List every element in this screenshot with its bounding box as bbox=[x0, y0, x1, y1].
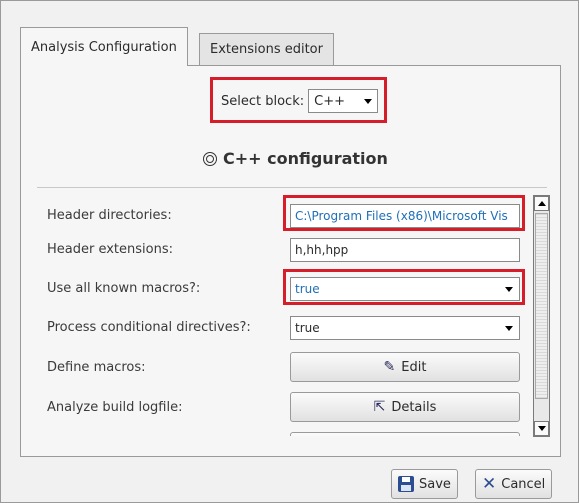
scroll-down-button[interactable] bbox=[534, 421, 549, 436]
tab-analysis-configuration[interactable]: Analysis Configuration bbox=[20, 27, 188, 66]
analysis-configuration-dialog: Analysis Configuration Extensions editor… bbox=[0, 0, 579, 503]
row-define-macros: Define macros: ✎ Edit bbox=[37, 350, 532, 386]
scroll-up-button[interactable] bbox=[534, 196, 549, 211]
arrow-up-icon bbox=[537, 201, 546, 206]
tab-extensions-editor[interactable]: Extensions editor bbox=[199, 33, 334, 65]
chevron-down-icon bbox=[364, 98, 373, 104]
use-all-known-macros-label: Use all known macros?: bbox=[47, 281, 201, 296]
select-block-value: C++ bbox=[314, 93, 345, 109]
process-conditional-directives-select[interactable]: true bbox=[290, 316, 520, 340]
tab-label: Extensions editor bbox=[210, 42, 323, 57]
use-all-known-macros-highlight bbox=[283, 269, 525, 305]
details-button[interactable]: ⇱ Details bbox=[290, 392, 520, 422]
header-extensions-field[interactable]: h,hh,hpp bbox=[290, 238, 520, 262]
scroll-thumb[interactable] bbox=[535, 213, 548, 399]
x-icon: ✕ bbox=[482, 473, 497, 494]
edit-button-label: Edit bbox=[401, 359, 427, 375]
process-conditional-directives-label: Process conditional directives?: bbox=[47, 320, 251, 335]
details-button-label: Details bbox=[391, 399, 437, 415]
define-macros-label: Define macros: bbox=[47, 360, 146, 375]
section-title: C++ configuration bbox=[203, 149, 388, 168]
arrow-down-icon bbox=[537, 426, 546, 431]
form-scrollbar[interactable] bbox=[533, 195, 550, 437]
section-title-text: C++ configuration bbox=[223, 149, 388, 168]
floppy-disk-icon bbox=[398, 476, 414, 492]
process-conditional-directives-value: true bbox=[295, 321, 320, 335]
header-directories-label: Header directories: bbox=[47, 208, 172, 223]
header-directories-highlight bbox=[283, 195, 525, 231]
header-extensions-value: h,hh,hpp bbox=[295, 243, 349, 257]
save-button-label: Save bbox=[419, 476, 451, 492]
header-extensions-label: Header extensions: bbox=[47, 242, 173, 257]
select-block-label: Select block: bbox=[221, 93, 305, 109]
analyze-build-logfile-label: Analyze build logfile: bbox=[47, 400, 183, 415]
cancel-button-label: Cancel bbox=[501, 476, 546, 492]
chevron-down-icon bbox=[505, 325, 513, 331]
pencil-icon: ✎ bbox=[383, 359, 396, 375]
external-link-icon: ⇱ bbox=[373, 399, 386, 415]
tab-label: Analysis Configuration bbox=[31, 39, 177, 55]
cancel-button[interactable]: ✕ Cancel bbox=[475, 469, 553, 499]
partially-visible-button[interactable] bbox=[290, 432, 520, 436]
select-block-dropdown[interactable]: C++ bbox=[308, 89, 379, 113]
row-header-extensions: Header extensions: h,hh,hpp bbox=[37, 236, 532, 268]
save-button[interactable]: Save bbox=[391, 469, 458, 499]
row-process-conditional-directives: Process conditional directives?: true bbox=[37, 312, 532, 344]
radio-target-icon bbox=[203, 151, 217, 166]
row-analyze-build-logfile: Analyze build logfile: ⇱ Details bbox=[37, 390, 532, 426]
select-block-row: Select block: C++ bbox=[213, 81, 379, 121]
edit-macros-button[interactable]: ✎ Edit bbox=[290, 352, 520, 382]
